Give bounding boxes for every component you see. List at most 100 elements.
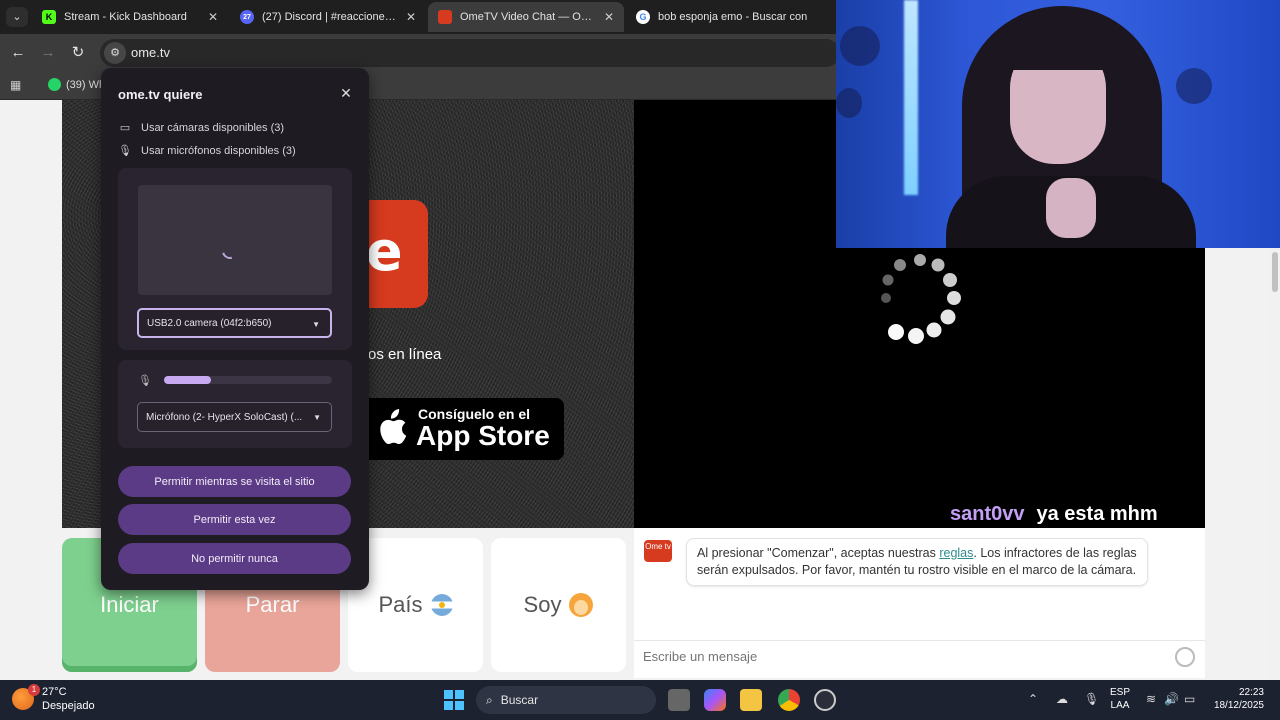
allow-while-visiting-button[interactable]: Permitir mientras se visita el sitio [118, 466, 351, 497]
tab-kick[interactable]: K Stream - Kick Dashboard ✕ [32, 2, 228, 32]
taskbar-search[interactable]: ⌕ Buscar [476, 686, 656, 714]
camera-select-value: USB2.0 camera (04f2:b650) [147, 317, 272, 329]
microphone-card: 🎙 Micrófono (2- HyperX SoloCast) (... ▼ [118, 360, 352, 448]
online-count-text: os en línea [368, 346, 442, 363]
app-store-button[interactable]: Consíguelo en el App Store [368, 398, 564, 460]
loading-spinner-icon [881, 254, 961, 344]
chevron-down-icon: ▼ [312, 320, 320, 329]
camera-preview [138, 185, 332, 295]
apps-grid-icon[interactable]: ▦ [10, 78, 24, 92]
permission-dialog: ome.tv quiere ✕ ▭ Usar cámaras disponibl… [101, 68, 369, 590]
mic-level-meter [164, 376, 332, 384]
reload-icon[interactable]: ↻ [68, 43, 88, 63]
tab-google[interactable]: G bob esponja emo - Buscar con [626, 2, 836, 32]
emoji-picker-icon[interactable] [1175, 647, 1195, 667]
page-scrollbar[interactable] [1270, 248, 1280, 680]
tab-search-button[interactable]: ⌄ [6, 7, 28, 27]
whatsapp-icon [48, 78, 61, 91]
message-input[interactable] [643, 649, 1143, 664]
wifi-icon[interactable]: ≋ [1146, 692, 1156, 706]
battery-icon[interactable]: ▭ [1184, 692, 1195, 706]
file-explorer-icon[interactable] [740, 689, 762, 711]
site-settings-icon[interactable]: ⚙ [104, 42, 126, 64]
rules-link[interactable]: reglas [939, 546, 973, 560]
allow-once-button[interactable]: Permitir esta vez [118, 504, 351, 535]
microphone-icon: 🎙 [138, 375, 152, 387]
app-store-big-text: App Store [416, 420, 550, 451]
wall-decoration [840, 26, 880, 66]
volume-icon[interactable]: 🔊 [1164, 692, 1179, 706]
microphone-tray-icon[interactable]: 🎙 [1084, 692, 1099, 706]
scrollbar-thumb[interactable] [1272, 252, 1278, 292]
close-icon[interactable]: ✕ [208, 10, 218, 24]
system-message-text: Al presionar "Comenzar", aceptas nuestra… [697, 546, 940, 560]
system-message: Al presionar "Comenzar", aceptas nuestra… [686, 538, 1148, 586]
woman-emoji-icon [569, 593, 594, 617]
stop-label: Parar [245, 592, 300, 617]
person-hand [1046, 178, 1096, 238]
tab-title: OmeTV Video Chat — Omegle [460, 11, 596, 23]
tab-ometv[interactable]: OmeTV Video Chat — Omegle ✕ [428, 2, 624, 32]
chevron-down-icon: ▼ [313, 413, 321, 422]
never-allow-label: No permitir nunca [191, 552, 278, 565]
task-view-icon[interactable] [668, 689, 690, 711]
mic-level-fill [164, 376, 212, 384]
gender-button[interactable]: Soy [491, 538, 626, 672]
windows-start-icon[interactable] [444, 690, 464, 710]
chat-text: ya esta mhm [1036, 503, 1158, 525]
chevron-up-icon[interactable]: ⌃ [1028, 692, 1038, 706]
never-allow-button[interactable]: No permitir nunca [118, 543, 351, 574]
chat-panel: Ome tv Al presionar "Comenzar", aceptas … [634, 528, 1205, 678]
discord-icon: 27 [240, 10, 254, 24]
google-icon: G [636, 10, 650, 24]
camera-permission-row: ▭ Usar cámaras disponibles (3) [118, 121, 284, 135]
search-icon: ⌕ [486, 692, 493, 707]
allow-once-label: Permitir esta vez [193, 513, 276, 526]
webcam-overlay [836, 0, 1280, 248]
allow-while-visiting-label: Permitir mientras se visita el sitio [154, 475, 315, 488]
back-icon[interactable]: ← [8, 43, 28, 63]
bookmark-label: (39) Wh [66, 78, 106, 91]
microphone-select[interactable]: Micrófono (2- HyperX SoloCast) (... ▼ [137, 402, 332, 432]
mic-permission-row: 🎙 Usar micrófonos disponibles (3) [118, 144, 296, 158]
notification-badge: 1 [28, 684, 40, 696]
microphone-select-value: Micrófono (2- HyperX SoloCast) (... [146, 411, 303, 423]
close-icon[interactable]: ✕ [339, 86, 353, 100]
start-label: Iniciar [100, 592, 159, 617]
led-light-strip [904, 0, 918, 195]
argentina-flag-icon [430, 594, 453, 616]
chat-overlay-message: sant0vv ya esta mhm [950, 503, 1158, 526]
ometv-chat-icon: Ome tv [644, 540, 672, 562]
copilot-icon[interactable] [704, 689, 726, 711]
wall-decoration [1176, 68, 1212, 104]
url-text: ome.tv [131, 45, 171, 60]
bookmark-whatsapp[interactable]: (39) Wh [48, 78, 105, 91]
taskbar-clock[interactable]: 22:23 18/12/2025 [1206, 686, 1264, 712]
screen: ⌄ K Stream - Kick Dashboard ✕ 27 (27) Di… [0, 0, 1280, 720]
windows-taskbar: 1 27°C Despejado ⌕ Buscar ⌃ ☁ 🎙 ESP LAA … [0, 680, 1280, 720]
permission-title: ome.tv quiere [118, 87, 203, 102]
close-icon[interactable]: ✕ [406, 10, 416, 24]
apple-icon [380, 409, 407, 445]
mic-permission-text: Usar micrófonos disponibles (3) [141, 145, 296, 157]
camera-icon: ▭ [119, 122, 131, 134]
close-icon[interactable]: ✕ [604, 10, 614, 24]
language-bottom: LAA [1110, 700, 1130, 711]
cloud-icon[interactable]: ☁ [1056, 692, 1068, 706]
obs-icon[interactable] [814, 689, 836, 711]
language-indicator[interactable]: ESP LAA [1110, 686, 1130, 712]
address-bar[interactable]: ⚙ ome.tv [100, 39, 840, 67]
temperature-text: 27°C [42, 686, 67, 698]
person-bangs [996, 10, 1120, 70]
microphone-icon: 🎙 [118, 145, 132, 157]
forward-icon[interactable]: → [38, 43, 58, 63]
weather-status-text: Despejado [42, 700, 95, 712]
ometv-icon [438, 10, 452, 24]
gender-label: Soy [523, 592, 562, 617]
tab-discord[interactable]: 27 (27) Discord | #reacciones-musi ✕ [230, 2, 426, 32]
chrome-icon[interactable] [778, 689, 800, 711]
tab-title: (27) Discord | #reacciones-musi [262, 11, 398, 23]
camera-permission-text: Usar cámaras disponibles (3) [141, 122, 285, 134]
camera-card: USB2.0 camera (04f2:b650) ▼ [118, 168, 352, 350]
camera-select[interactable]: USB2.0 camera (04f2:b650) ▼ [137, 308, 332, 338]
